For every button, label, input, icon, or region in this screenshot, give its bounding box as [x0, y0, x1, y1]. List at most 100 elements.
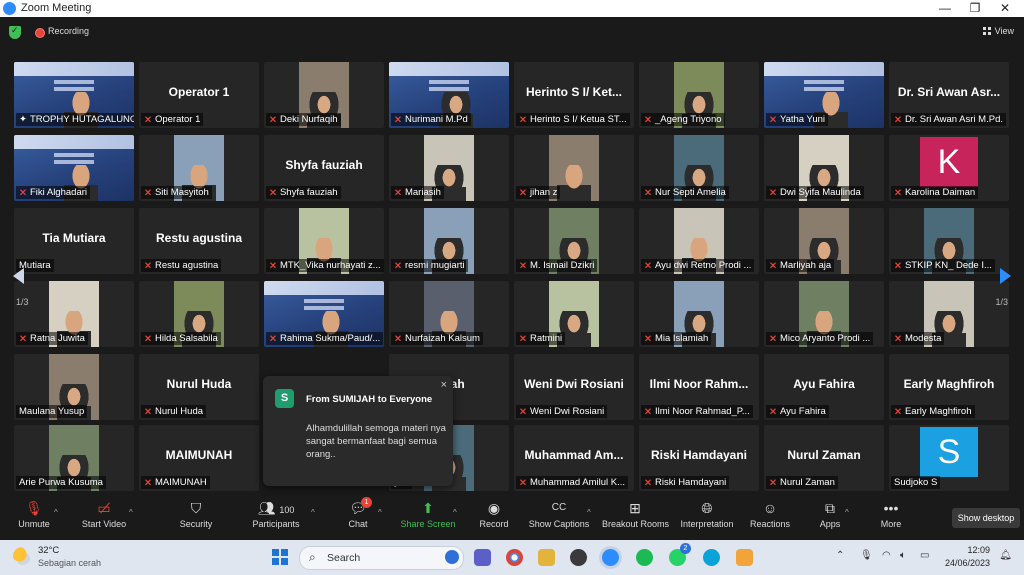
participant-tile[interactable]: ⨯ STKIP KN_ Dede I... — [889, 208, 1009, 274]
participant-tile[interactable]: Riski Hamdayani ⨯ Riski Hamdayani — [639, 425, 759, 491]
participant-tile[interactable]: ⨯ Deki Nurfaqih — [264, 62, 384, 128]
participant-name-label: ⨯ Weni Dwi Rosiani — [516, 405, 608, 418]
participant-tile[interactable]: Nurul Zaman ⨯ Nurul Zaman — [764, 425, 884, 491]
edge-icon[interactable] — [703, 549, 720, 566]
participant-tile[interactable]: ⨯ Yatha Yuni — [764, 62, 884, 128]
participant-tile[interactable]: S Sudjoko S — [889, 425, 1009, 491]
apps-caret-icon[interactable]: ^ — [845, 508, 849, 517]
participant-tile[interactable]: Muhammad Am... ⨯ Muhammad Amilul K... — [514, 425, 634, 491]
wifi-icon[interactable]: ◠ — [882, 550, 891, 561]
participant-avatar: K — [920, 137, 978, 187]
breakout-rooms-button[interactable]: ⊞ Breakout Rooms — [602, 498, 669, 529]
next-page-arrow-icon[interactable] — [1000, 268, 1011, 284]
security-shield-icon[interactable] — [9, 25, 21, 39]
participant-tile[interactable]: Ayu Fahira ⨯ Ayu Fahira — [764, 354, 884, 420]
unmute-button[interactable]: 🎙︎ Unmute — [14, 498, 54, 529]
participant-tile[interactable]: ⨯ Rahima Sukma/Paud/... — [264, 281, 384, 347]
participant-name-text: Yatha Yuni — [779, 114, 826, 125]
participant-tile[interactable]: Tia Mutiara Mutiara — [14, 208, 134, 274]
battery-icon[interactable]: ▭ — [920, 550, 929, 561]
meet-app-icon[interactable] — [474, 549, 491, 566]
participant-tile[interactable]: Ilmi Noor Rahm... ⨯ Ilmi Noor Rahmad_P... — [639, 354, 759, 420]
view-button[interactable]: View — [982, 26, 1014, 36]
windows-start-icon[interactable] — [272, 549, 288, 565]
audio-options-caret-icon[interactable]: ^ — [54, 508, 58, 517]
participant-tile[interactable]: ⨯ Ratmini — [514, 281, 634, 347]
participant-tile[interactable]: ⨯ Nurimani M.Pd — [389, 62, 509, 128]
taskbar-search[interactable]: ⌕ Search — [299, 546, 464, 570]
participant-tile[interactable]: Nurul Huda ⨯ Nurul Huda — [139, 354, 259, 420]
participant-tile[interactable]: ⨯ Ayu dwi Retno Prodi ... — [639, 208, 759, 274]
participant-tile[interactable]: Maulana Yusup — [14, 354, 134, 420]
record-button[interactable]: ◉ Record — [476, 498, 512, 529]
participant-tile[interactable]: Herinto S I/ Ket... ⨯ Herinto S I/ Ketua S… — [514, 62, 634, 128]
maximize-button[interactable]: ❐ — [960, 0, 990, 17]
participant-tile[interactable]: Dr. Sri Awan Asr... ⨯ Dr. Sri Awan Asri M.… — [889, 62, 1009, 128]
participant-tile[interactable]: ⨯ Mia Islamiah — [639, 281, 759, 347]
office-app-icon[interactable] — [736, 549, 753, 566]
notification-bell-icon[interactable]: 🔔︎ — [999, 550, 1012, 561]
apps-icon: ⧉ — [825, 500, 835, 516]
participant-tile[interactable]: ⨯ Nurfaizah Kalsum — [389, 281, 509, 347]
zoom-taskbar-icon[interactable] — [602, 549, 619, 566]
chat-caret-icon[interactable]: ^ — [378, 508, 382, 517]
obs-icon[interactable] — [570, 549, 587, 566]
taskbar-date[interactable]: 24/06/2023 — [945, 558, 990, 568]
participant-tile[interactable]: ⨯ Fiki Alghadari — [14, 135, 134, 201]
participant-tile[interactable]: ⨯ Siti Masyitoh — [139, 135, 259, 201]
microphone-tray-icon[interactable]: 🎙︎ — [860, 550, 873, 561]
participant-tile[interactable]: ⨯ Nur Septi Amelia — [639, 135, 759, 201]
participant-tile[interactable]: Operator 1 ⨯ Operator 1 — [139, 62, 259, 128]
apps-button[interactable]: ⧉ Apps — [816, 498, 844, 529]
taskbar-time[interactable]: 12:09 — [967, 545, 990, 555]
file-explorer-icon[interactable] — [538, 549, 555, 566]
participant-tile[interactable]: MAIMUNAH ⨯ MAIMUNAH — [139, 425, 259, 491]
participant-tile[interactable]: ⨯ _Ageng Triyono — [639, 62, 759, 128]
weather-icon[interactable] — [13, 547, 31, 565]
show-captions-button[interactable]: CC Show Captions — [528, 498, 590, 529]
share-caret-icon[interactable]: ^ — [453, 508, 457, 517]
participant-tile[interactable]: ⨯ Hilda Salsabila — [139, 281, 259, 347]
close-button[interactable]: ✕ — [990, 0, 1020, 17]
more-button[interactable]: ••• More — [876, 498, 906, 529]
show-desktop-button[interactable]: Show desktop — [952, 508, 1020, 528]
participant-tile[interactable]: ⨯ MTK_Vika nurhayati z... — [264, 208, 384, 274]
captions-caret-icon[interactable]: ^ — [587, 508, 591, 517]
reactions-button[interactable]: ☺ Reactions — [748, 498, 792, 529]
minimize-button[interactable]: — — [930, 0, 960, 17]
participant-tile[interactable]: ⨯ M. Ismail Dzikri — [514, 208, 634, 274]
interpretation-button[interactable]: 🌐︎ Interpretation — [678, 498, 736, 529]
security-button[interactable]: ⛉ Security — [176, 498, 216, 529]
mic-muted-icon: ⨯ — [519, 406, 527, 417]
participant-tile[interactable]: Shyfa fauziah ⨯ Shyfa fauziah — [264, 135, 384, 201]
participant-tile[interactable]: ⨯ Modesta — [889, 281, 1009, 347]
participant-tile[interactable]: ⨯ Mariasih — [389, 135, 509, 201]
participant-tile[interactable]: Weni Dwi Rosiani ⨯ Weni Dwi Rosiani — [514, 354, 634, 420]
participant-tile[interactable]: ✦ TROPHY HUTAGALUNG — [14, 62, 134, 128]
participant-tile[interactable]: K ⨯ Karolina Daiman — [889, 135, 1009, 201]
participant-tile[interactable]: Restu agustina ⨯ Restu agustina — [139, 208, 259, 274]
weather-description[interactable]: Sebagian cerah — [38, 558, 101, 568]
participant-tile[interactable]: ⨯ resmi mugiarti — [389, 208, 509, 274]
close-popup-button[interactable]: × — [441, 379, 447, 391]
previous-page-arrow-icon[interactable] — [13, 268, 24, 284]
participant-tile[interactable]: ⨯ Dwi Syifa Maulinda — [764, 135, 884, 201]
participant-tile[interactable]: ⨯ Marliyah aja — [764, 208, 884, 274]
share-screen-button[interactable]: ⬆ Share Screen — [400, 498, 456, 529]
participants-button[interactable]: 👥︎ 100 Participants — [248, 498, 304, 529]
start-video-button[interactable]: ▭̸ Start Video — [78, 498, 130, 529]
participant-tile[interactable]: ⨯ jihan z — [514, 135, 634, 201]
participants-caret-icon[interactable]: ^ — [311, 508, 315, 517]
participant-tile[interactable]: ⨯ Ratna Juwita — [14, 281, 134, 347]
spotify-icon[interactable] — [636, 549, 653, 566]
participant-tile[interactable]: Arie Purwa Kusuma — [14, 425, 134, 491]
chrome-icon[interactable] — [506, 549, 523, 566]
chat-notification-popup[interactable]: S From SUMIJAH to Everyone × Alhamdulill… — [263, 376, 453, 486]
participant-tile[interactable]: ⨯ Mico Aryanto Prodi ... — [764, 281, 884, 347]
participant-name-text: Karolina Daiman — [904, 187, 976, 198]
tray-overflow-icon[interactable]: ⌃ — [836, 550, 844, 561]
video-options-caret-icon[interactable]: ^ — [129, 508, 133, 517]
volume-icon[interactable]: 🔈︎ — [900, 550, 906, 561]
weather-temperature[interactable]: 32°C — [38, 545, 59, 556]
participant-tile[interactable]: Early Maghfiroh ⨯ Early Maghfiroh — [889, 354, 1009, 420]
